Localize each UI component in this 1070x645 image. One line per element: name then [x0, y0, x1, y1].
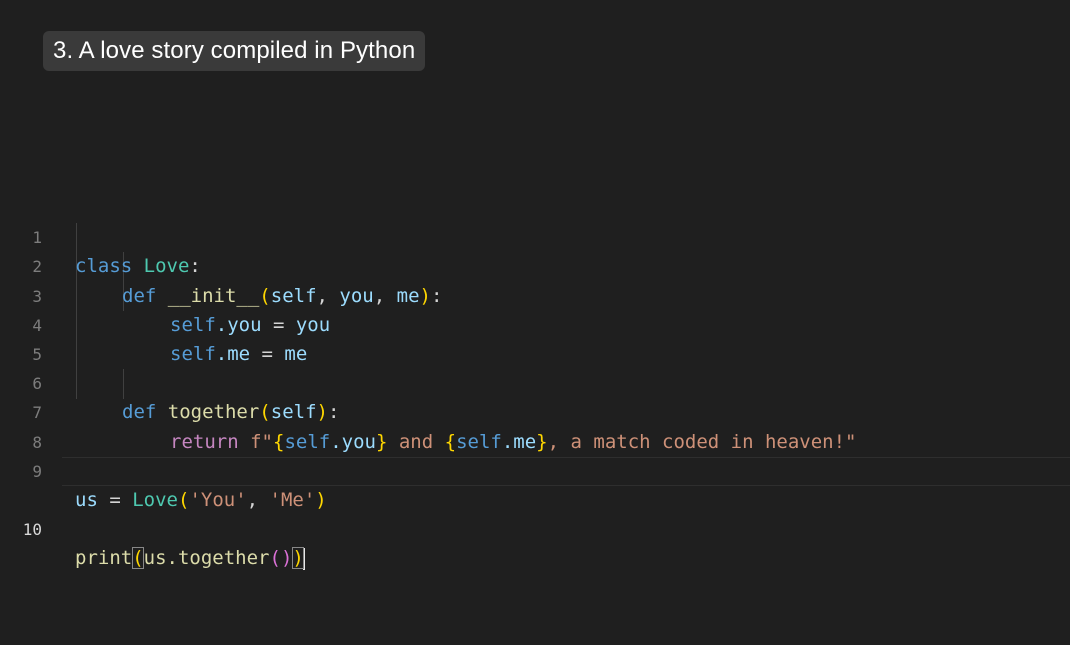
- token-comma: ,: [246, 488, 270, 511]
- token-class-name: Love: [132, 488, 178, 511]
- code-line: 2 def __init__(self, you, me):: [0, 223, 1070, 306]
- token-variable: us: [75, 488, 98, 511]
- token-bracket: (: [269, 547, 281, 570]
- token-string: 'You': [189, 488, 247, 511]
- token-bracket: ): [280, 547, 293, 570]
- code-line-current: 10 print(us.together()): [0, 456, 1070, 570]
- code-line: 9 us = Love('You', 'Me'): [0, 428, 1070, 511]
- token-string: 'Me': [269, 488, 316, 511]
- code-line: 6 def together(self):: [0, 340, 1070, 423]
- code-line: 1 class Love:: [0, 194, 1070, 277]
- slide-title: 3. A love story compiled in Python: [43, 31, 426, 71]
- token-function: print: [75, 547, 133, 570]
- code-line: 8: [0, 398, 1070, 452]
- token-bracket: (: [177, 488, 190, 511]
- text-cursor: [302, 547, 305, 570]
- line-number-active: 10: [22, 520, 42, 540]
- code-editor[interactable]: 1 class Love: 2 def __init__(self, you, …: [0, 194, 1070, 570]
- token-bracket: (: [132, 547, 144, 570]
- code-text: print(us.together()): [75, 544, 305, 573]
- code-line: 5: [0, 311, 1070, 364]
- code-line: 3 self.you = you: [0, 252, 1070, 336]
- token-operator: =: [97, 488, 133, 511]
- current-line-highlight: [62, 456, 1070, 486]
- token-method-call: us.together: [143, 547, 270, 570]
- code-line: 4 self.me = me: [0, 282, 1070, 365]
- code-text: us = Love('You', 'Me'): [75, 486, 327, 515]
- slide-title-text: 3. A love story compiled in Python: [53, 37, 416, 64]
- token-bracket: ): [315, 488, 327, 511]
- code-line: 7 return f"{self.you} and {self.me}, a m…: [0, 369, 1070, 452]
